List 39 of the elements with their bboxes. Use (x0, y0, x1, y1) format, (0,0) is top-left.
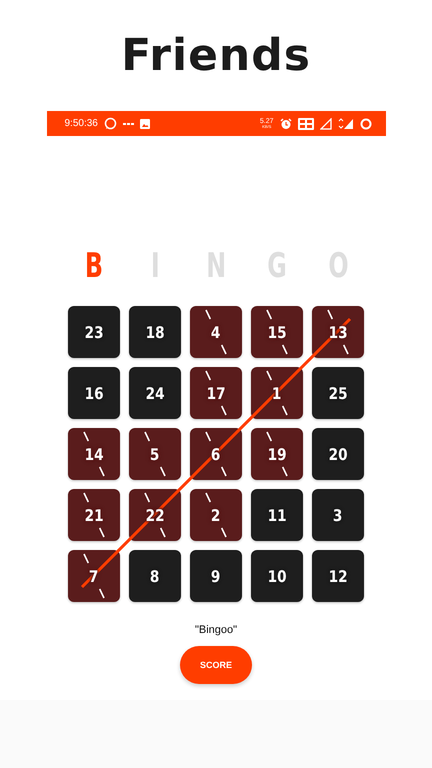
number-tile[interactable]: 8 (129, 550, 181, 602)
number-tile[interactable]: 16 (68, 367, 120, 419)
number-tile[interactable]: 17 (190, 367, 242, 419)
signal-icon (338, 118, 354, 130)
number-tile[interactable]: 9 (190, 550, 242, 602)
result-message: "Bingoo" (194, 624, 238, 636)
number-tile[interactable]: 18 (129, 306, 181, 358)
number-tile[interactable]: 20 (312, 428, 364, 480)
number-tile[interactable]: 11 (251, 489, 303, 541)
strike-mark (83, 492, 105, 538)
number-tile[interactable]: 15 (251, 306, 303, 358)
number-tile[interactable]: 2 (190, 489, 242, 541)
number-tile[interactable]: 14 (68, 428, 120, 480)
strike-mark (205, 309, 227, 355)
strike-mark (83, 431, 105, 477)
chat-icon (104, 117, 117, 130)
number-tile[interactable]: 25 (312, 367, 364, 419)
alarm-icon (280, 118, 292, 130)
strike-mark (266, 309, 288, 355)
strike-mark (205, 370, 227, 416)
number-tile[interactable]: 4 (190, 306, 242, 358)
signal-icon (320, 118, 332, 130)
strike-mark (266, 431, 288, 477)
number-tile[interactable]: 21 (68, 489, 120, 541)
number-tile[interactable]: 12 (312, 550, 364, 602)
image-icon (140, 118, 150, 128)
number-tile[interactable]: 10 (251, 550, 303, 602)
bingo-letter: B (84, 246, 104, 286)
number-tile[interactable]: 23 (68, 306, 120, 358)
status-time: 9:50:36 (64, 118, 98, 129)
number-tile[interactable]: 3 (312, 489, 364, 541)
number-tile[interactable]: 19 (251, 428, 303, 480)
number-tile[interactable]: 5 (129, 428, 181, 480)
strike-mark (144, 431, 166, 477)
score-button[interactable]: SCORE (180, 646, 252, 684)
number-tile[interactable]: 24 (129, 367, 181, 419)
page-title: Friends (121, 30, 311, 81)
strike-mark (205, 492, 227, 538)
dots-icon (122, 122, 134, 126)
